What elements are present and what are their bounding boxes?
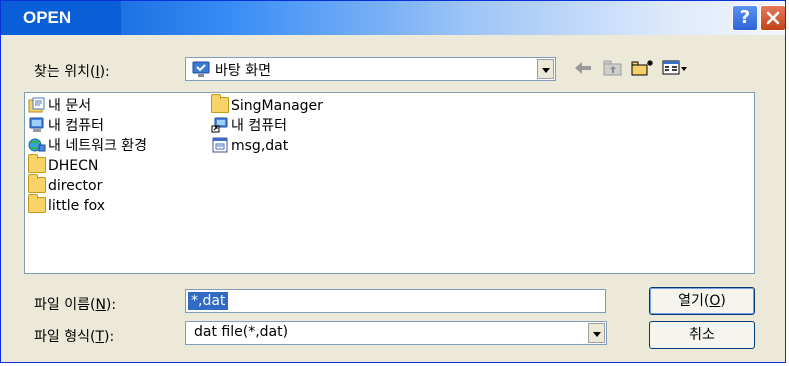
filetype-dropdown[interactable]: dat file(*,dat): [185, 321, 607, 345]
open-dialog: OPEN ? 찾는 위치(I): 바탕 화면 내 문서 내 컴퓨터 내 네트워크…: [0, 0, 786, 363]
folder-icon: [211, 94, 229, 113]
back-arrow-icon[interactable]: [572, 59, 594, 77]
file-name: DHECN: [48, 158, 99, 174]
file-list[interactable]: 내 문서 내 컴퓨터 내 네트워크 환경 DHECN director litt…: [24, 92, 755, 274]
filetype-value: dat file(*,dat): [194, 324, 289, 340]
look-in-label: 찾는 위치(I):: [34, 64, 110, 80]
network-icon: [28, 137, 46, 153]
help-button[interactable]: ?: [732, 5, 758, 31]
folder-icon: [28, 154, 46, 173]
view-menu-icon[interactable]: [662, 59, 688, 77]
filename-input-value: *,dat: [188, 292, 229, 310]
file-name: SingManager: [231, 98, 323, 114]
look-in-value: 바탕 화면: [215, 63, 271, 79]
look-in-dropdown[interactable]: 바탕 화면: [185, 57, 556, 81]
file-name: 내 컴퓨터: [48, 118, 104, 134]
list-item[interactable]: msg,dat: [211, 136, 323, 156]
list-item[interactable]: 내 컴퓨터: [28, 116, 147, 136]
list-item[interactable]: director: [28, 174, 147, 196]
file-name: 내 네트워크 환경: [48, 138, 148, 154]
file-name: msg,dat: [231, 138, 289, 154]
file-list-column-2: SingManager 내 컴퓨터 msg,dat: [211, 94, 323, 156]
computer-shortcut-icon: [211, 117, 229, 133]
dat-file-icon: [211, 137, 229, 153]
close-button[interactable]: [760, 5, 785, 31]
look-in-dropdown-arrow[interactable]: [537, 59, 554, 79]
folder-icon: [28, 194, 46, 213]
my-documents-icon: [28, 97, 46, 113]
file-name: director: [48, 178, 103, 194]
close-x-icon: [766, 11, 780, 25]
list-item[interactable]: little fox: [28, 194, 147, 216]
filetype-dropdown-arrow[interactable]: [588, 323, 605, 343]
file-name: 내 문서: [48, 98, 92, 114]
new-folder-icon[interactable]: [631, 59, 655, 77]
my-computer-icon: [28, 117, 46, 133]
list-item[interactable]: 내 문서: [28, 96, 147, 116]
list-item[interactable]: 내 컴퓨터: [211, 116, 323, 136]
cancel-button[interactable]: 취소: [649, 321, 755, 349]
up-folder-icon[interactable]: [602, 59, 624, 77]
file-name: 내 컴퓨터: [231, 118, 287, 134]
filename-label: 파일 이름(N):: [34, 297, 117, 313]
open-button[interactable]: 열기(O): [649, 287, 755, 315]
file-list-column-1: 내 문서 내 컴퓨터 내 네트워크 환경 DHECN director litt…: [28, 96, 147, 216]
list-item[interactable]: DHECN: [28, 154, 147, 176]
filetype-label: 파일 형식(T):: [34, 329, 115, 345]
list-item[interactable]: SingManager: [211, 94, 323, 116]
desktop-icon: [192, 61, 210, 77]
folder-icon: [28, 174, 46, 193]
title-bar[interactable]: OPEN ?: [1, 1, 785, 35]
window-title: OPEN: [1, 1, 121, 35]
list-item[interactable]: 내 네트워크 환경: [28, 136, 147, 156]
file-name: little fox: [48, 198, 106, 214]
filename-input[interactable]: *,dat: [185, 289, 606, 313]
